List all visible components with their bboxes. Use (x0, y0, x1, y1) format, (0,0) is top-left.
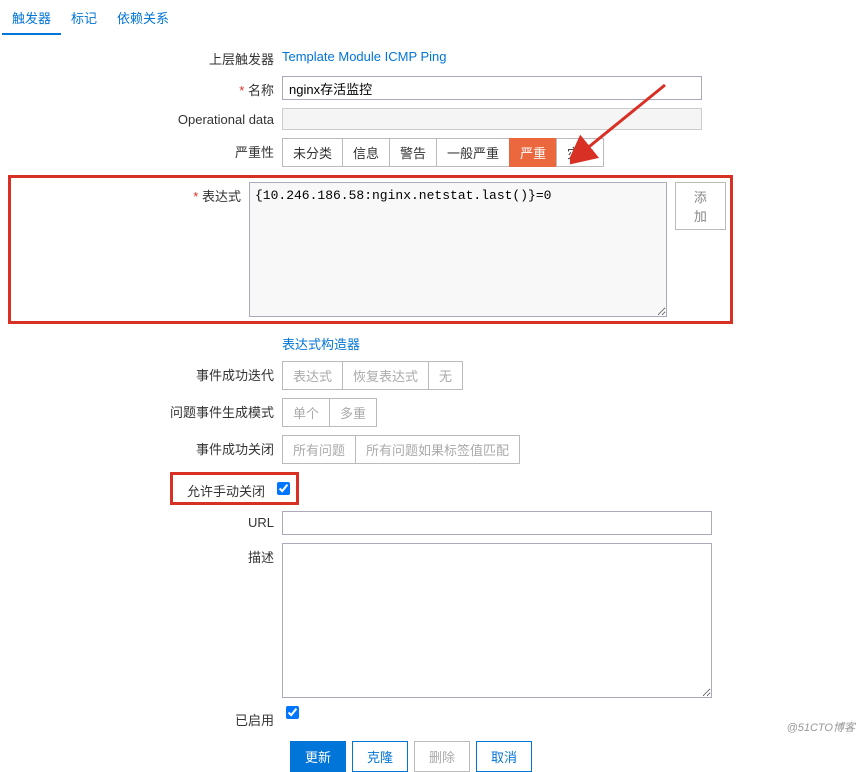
iter-expr[interactable]: 表达式 (282, 361, 343, 390)
iter-none[interactable]: 无 (428, 361, 463, 390)
close-tag[interactable]: 所有问题如果标签值匹配 (355, 435, 520, 464)
label-allow: 允许手动关闭 (173, 477, 273, 500)
tab-mark[interactable]: 标记 (61, 2, 107, 35)
label-url: URL (0, 511, 282, 530)
actions: 更新 克隆 删除 取消 (290, 737, 863, 772)
label-iter: 事件成功迭代 (0, 361, 282, 384)
severity-warning[interactable]: 警告 (389, 138, 437, 167)
allow-manual-close-checkbox[interactable] (277, 482, 290, 495)
name-input[interactable] (282, 76, 702, 100)
clone-button[interactable]: 克隆 (352, 741, 408, 772)
label-name: * 名称 (0, 76, 282, 99)
label-mode: 问题事件生成模式 (0, 398, 282, 421)
url-input[interactable] (282, 511, 712, 535)
label-expr: * 表达式 (15, 182, 249, 205)
label-opdata: Operational data (0, 108, 282, 127)
label-enabled: 已启用 (0, 706, 282, 729)
iter-group: 表达式 恢复表达式 无 (282, 361, 463, 390)
tab-trigger[interactable]: 触发器 (2, 2, 61, 35)
description-input[interactable] (282, 543, 712, 698)
expression-input[interactable]: {10.246.186.58:nginx.netstat.last()}=0 (249, 182, 667, 317)
watermark: @51CTO博客 (787, 719, 855, 735)
form: 上层触发器 Template Module ICMP Ping * 名称 Ope… (0, 35, 863, 772)
severity-info[interactable]: 信息 (342, 138, 390, 167)
severity-high[interactable]: 严重 (509, 138, 557, 167)
update-button[interactable]: 更新 (290, 741, 346, 772)
mode-single[interactable]: 单个 (282, 398, 330, 427)
close-group: 所有问题 所有问题如果标签值匹配 (282, 435, 520, 464)
label-close: 事件成功关闭 (0, 435, 282, 458)
severity-group: 未分类 信息 警告 一般严重 严重 灾难 (282, 138, 604, 167)
mode-group: 单个 多重 (282, 398, 377, 427)
tabs-bar: 触发器 标记 依赖关系 (0, 0, 863, 35)
opdata-input[interactable] (282, 108, 702, 130)
label-parent: 上层触发器 (0, 45, 282, 68)
expression-builder-link[interactable]: 表达式构造器 (282, 330, 360, 353)
severity-average[interactable]: 一般严重 (436, 138, 510, 167)
label-desc: 描述 (0, 543, 282, 566)
add-button[interactable]: 添加 (675, 182, 726, 230)
iter-recover[interactable]: 恢复表达式 (342, 361, 429, 390)
tab-depend[interactable]: 依赖关系 (107, 2, 179, 35)
label-severity: 严重性 (0, 138, 282, 161)
mode-multi[interactable]: 多重 (329, 398, 377, 427)
enabled-checkbox[interactable] (286, 706, 299, 719)
close-all[interactable]: 所有问题 (282, 435, 356, 464)
delete-button[interactable]: 删除 (414, 741, 470, 772)
severity-unclassified[interactable]: 未分类 (282, 138, 343, 167)
severity-disaster[interactable]: 灾难 (556, 138, 604, 167)
parent-trigger-link[interactable]: Template Module ICMP Ping (282, 45, 447, 64)
cancel-button[interactable]: 取消 (476, 741, 532, 772)
